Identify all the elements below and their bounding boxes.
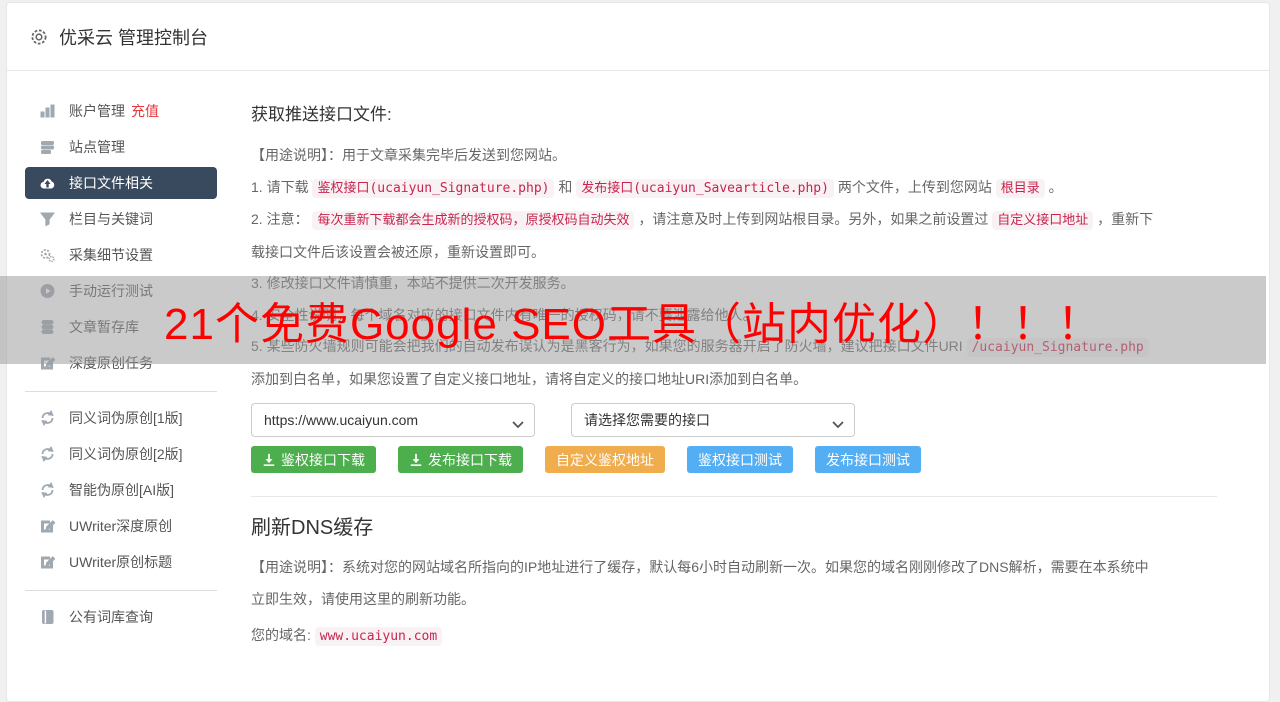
cloud-upload-icon xyxy=(39,175,56,191)
sidebar-item-columns-keywords[interactable]: 栏目与关键词 xyxy=(25,201,217,237)
button-label: 发布接口测试 xyxy=(826,451,910,468)
sidebar-item-account[interactable]: 账户管理 充值 xyxy=(25,93,217,129)
gears-icon xyxy=(39,247,56,263)
sidebar-item-label: 智能伪原创[AI版] xyxy=(69,482,175,498)
dns-section-title: 刷新DNS缓存 xyxy=(251,517,374,539)
interface-select-control[interactable]: 请选择您需要的接口 xyxy=(571,403,855,437)
dns-description: 【用途说明】：系统对您的网站域名所指向的IP地址进行了缓存，默认每6小时自动刷新… xyxy=(251,559,1149,607)
page-title: 获取推送接口文件: xyxy=(251,105,392,124)
sidebar-divider xyxy=(25,391,217,392)
sidebar-item-synonym-v2[interactable]: 同义词伪原创[2版] xyxy=(25,436,217,472)
sidebar-item-public-thesaurus[interactable]: 公有词库查询 xyxy=(25,599,217,635)
download-icon xyxy=(262,453,276,467)
site-select[interactable]: https://www.ucaiyun.com xyxy=(251,403,535,437)
button-label: 鉴权接口下载 xyxy=(281,451,365,468)
sidebar-item-label: 站点管理 xyxy=(69,139,125,155)
sidebar-item-interface-files[interactable]: 接口文件相关 xyxy=(25,167,217,199)
main-content: 获取推送接口文件: 【用途说明】：用于文章采集完毕后发送到您网站。 1. 请下载… xyxy=(251,99,1217,653)
publish-interface-download-button[interactable]: 发布接口下载 xyxy=(398,446,523,473)
edit-icon xyxy=(39,518,56,534)
sidebar-item-synonym-v1[interactable]: 同义词伪原创[1版] xyxy=(25,400,217,436)
edit-icon xyxy=(39,554,56,570)
sidebar-item-uwriter-title[interactable]: UWriter原创标题 xyxy=(25,544,217,580)
recharge-badge[interactable]: 充值 xyxy=(131,101,159,121)
server-list-icon xyxy=(39,139,56,155)
sidebar-item-label: 同义词伪原创[2版] xyxy=(69,446,183,462)
sidebar-item-label: UWriter深度原创 xyxy=(69,518,173,534)
buttons-row: 鉴权接口下载 发布接口下载 自定义鉴权地址 鉴权接口测试 发布接口测试 xyxy=(251,446,1217,473)
book-icon xyxy=(39,609,56,625)
sidebar-item-label: 公有词库查询 xyxy=(69,609,153,625)
auth-interface-download-button[interactable]: 鉴权接口下载 xyxy=(251,446,376,473)
paragraph-step2: 2. 注意： 每次重新下载都会生成新的授权码，原授权码自动失效 ，请注意及时上传… xyxy=(251,211,1154,260)
sidebar-item-label: 同义词伪原创[1版] xyxy=(69,410,183,426)
site-select-control[interactable]: https://www.ucaiyun.com xyxy=(251,403,535,437)
gear-icon xyxy=(29,27,49,47)
selects-row: https://www.ucaiyun.com 请选择您需要的接口 xyxy=(251,403,1217,437)
sidebar-item-sites[interactable]: 站点管理 xyxy=(25,129,217,165)
paragraph-step1: 1. 请下载 鉴权接口(ucaiyun_Signature.php) 和 发布接… xyxy=(251,178,1063,198)
sidebar: 账户管理 充值 站点管理 接口文件相关 栏目与关键词 采集细节设置 同义词伪原创… xyxy=(25,93,217,635)
interface-select[interactable]: 请选择您需要的接口 xyxy=(571,403,855,437)
filter-icon xyxy=(39,211,56,227)
paragraph-usage: 【用途说明】：用于文章采集完毕后发送到您网站。 xyxy=(251,147,566,163)
sidebar-item-ai-rewrite[interactable]: 智能伪原创[AI版] xyxy=(25,472,217,508)
sidebar-item-collection-settings[interactable]: 采集细节设置 xyxy=(25,237,217,273)
sidebar-divider xyxy=(25,590,217,591)
sidebar-item-label: 账户管理 xyxy=(69,103,125,119)
app-title: 优采云 管理控制台 xyxy=(59,27,209,48)
your-domain-line: 您的域名: www.ucaiyun.com xyxy=(251,620,1156,653)
section-divider xyxy=(251,496,1217,497)
promo-text: 21个免费Google SEO工具（站内优化）！！！ xyxy=(164,300,1102,349)
custom-auth-address-button[interactable]: 自定义鉴权地址 xyxy=(545,446,665,473)
button-label: 鉴权接口测试 xyxy=(698,451,782,468)
promo-banner: 21个免费Google SEO工具（站内优化）！！！ xyxy=(0,276,1266,364)
sidebar-item-uwriter-deep[interactable]: UWriter深度原创 xyxy=(25,508,217,544)
refresh-icon xyxy=(39,446,56,462)
button-label: 自定义鉴权地址 xyxy=(556,451,654,468)
button-label: 发布接口下载 xyxy=(428,451,512,468)
refresh-icon xyxy=(39,482,56,498)
refresh-icon xyxy=(39,410,56,426)
download-icon xyxy=(409,453,423,467)
publish-interface-test-button[interactable]: 发布接口测试 xyxy=(815,446,921,473)
sidebar-item-label: 接口文件相关 xyxy=(69,175,153,191)
app-header: 优采云 管理控制台 xyxy=(7,3,1269,71)
bar-chart-icon xyxy=(39,103,56,119)
auth-interface-test-button[interactable]: 鉴权接口测试 xyxy=(687,446,793,473)
sidebar-item-label: 采集细节设置 xyxy=(69,247,153,263)
sidebar-item-label: UWriter原创标题 xyxy=(69,554,173,570)
sidebar-item-label: 栏目与关键词 xyxy=(69,211,153,227)
